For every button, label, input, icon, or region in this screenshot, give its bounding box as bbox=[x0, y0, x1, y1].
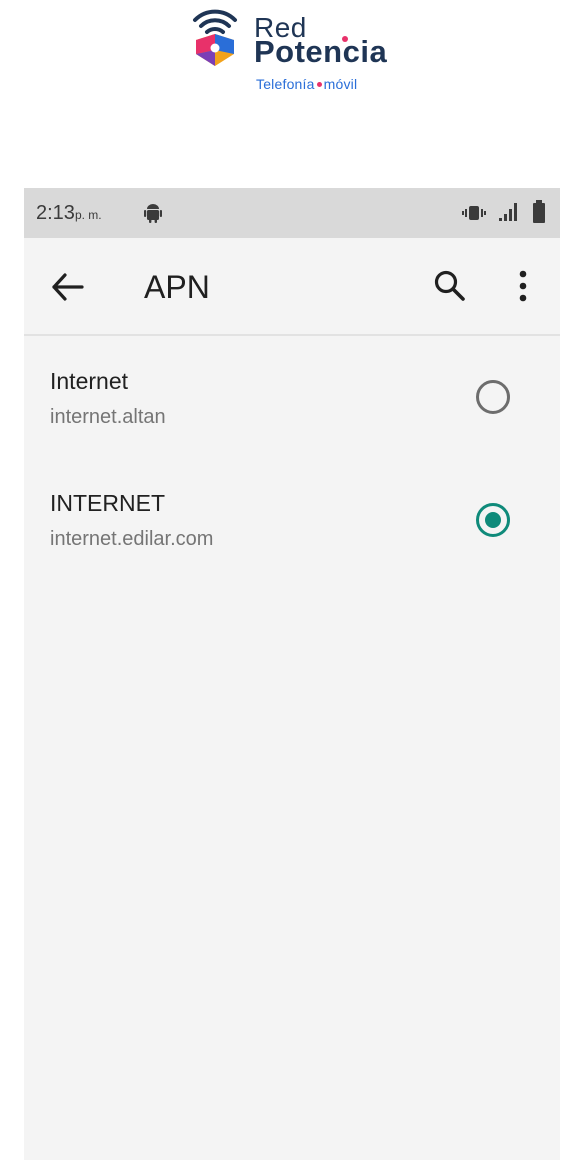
apn-item-name: Internet bbox=[50, 368, 128, 394]
brand-tagline-right: móvil bbox=[323, 76, 358, 92]
status-bar: 2:13p. m. bbox=[24, 188, 560, 238]
brand-line-2: Potencia bbox=[254, 34, 388, 69]
brand-tagline-left: Telefonía bbox=[256, 76, 315, 92]
signal-icon bbox=[499, 203, 517, 221]
red-potencia-logo: Red Potencia Telefonía móvil bbox=[190, 6, 400, 96]
wifi-shield-logo-icon bbox=[193, 9, 237, 66]
brand-tagline: Telefonía móvil bbox=[256, 76, 357, 92]
status-time-value: 2:13 bbox=[36, 202, 75, 224]
status-time-period: p. m. bbox=[74, 208, 102, 222]
apn-list-item[interactable]: Internet internet.altan bbox=[24, 348, 560, 448]
vibrate-icon bbox=[462, 206, 486, 220]
apn-list-item[interactable]: INTERNET internet.edilar.com bbox=[24, 472, 560, 572]
android-icon bbox=[144, 204, 162, 223]
app-bar: APN bbox=[24, 238, 560, 336]
apn-radio-button-selected[interactable] bbox=[476, 503, 510, 537]
brand-dot bbox=[342, 36, 348, 42]
back-arrow-icon[interactable] bbox=[50, 271, 86, 303]
apn-item-address: internet.edilar.com bbox=[50, 528, 214, 550]
page-title: APN bbox=[144, 269, 210, 305]
apn-item-address: internet.altan bbox=[50, 406, 166, 428]
battery-icon bbox=[533, 200, 545, 223]
apn-item-name: INTERNET bbox=[50, 490, 165, 516]
more-vert-icon[interactable] bbox=[508, 268, 538, 304]
status-time: 2:13p. m. bbox=[36, 202, 102, 225]
search-icon[interactable] bbox=[432, 268, 468, 304]
phone-screen: 2:13p. m. APN Internet internet.altan IN… bbox=[24, 188, 560, 1160]
tagline-dot bbox=[316, 81, 322, 87]
apn-radio-button[interactable] bbox=[476, 380, 510, 414]
